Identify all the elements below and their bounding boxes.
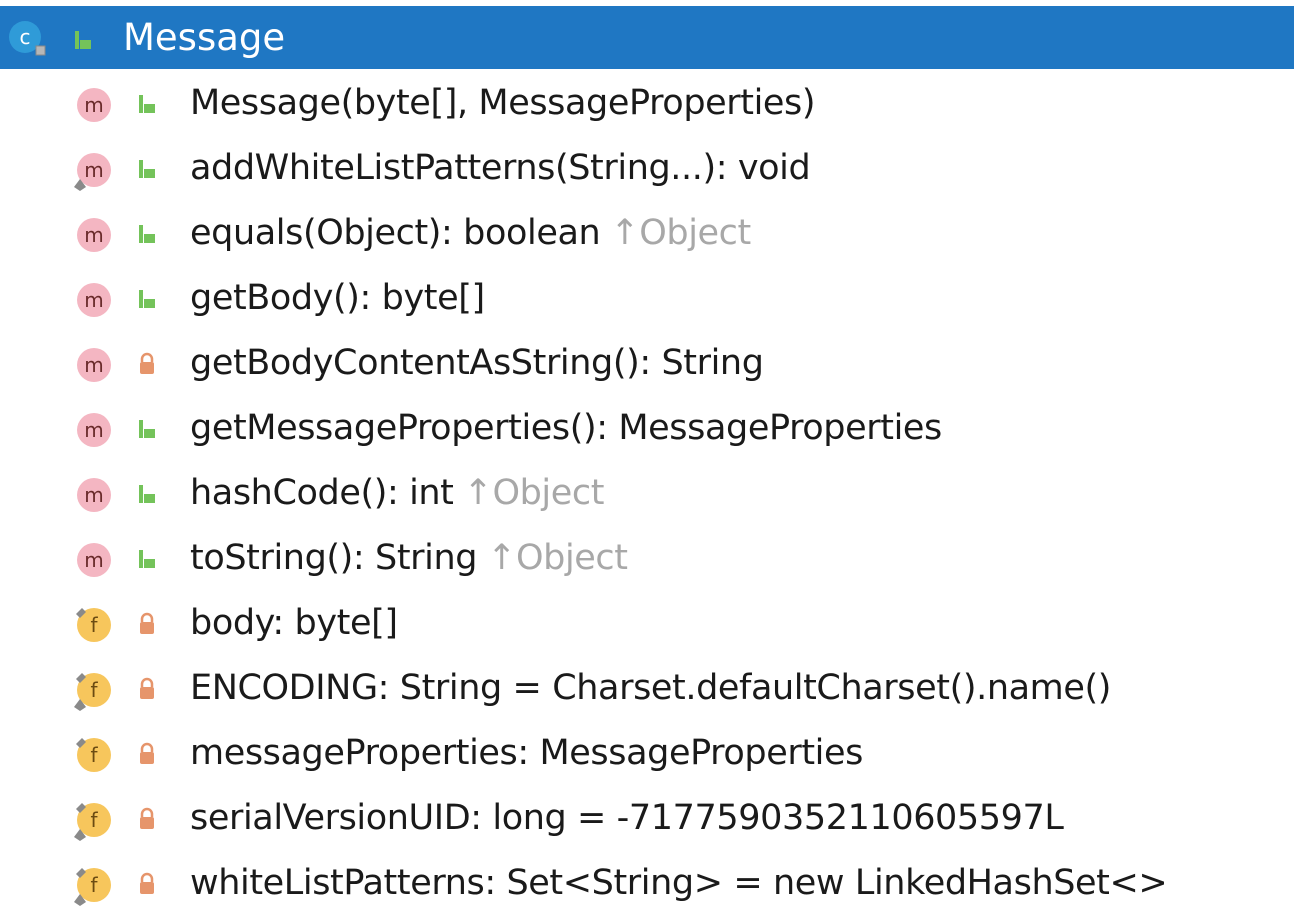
member-signature: Message(byte[], MessageProperties) xyxy=(190,81,816,125)
field-row[interactable]: f serialVersionUID: long = -7177590352110… xyxy=(0,786,1294,851)
private-lock-icon xyxy=(136,677,158,701)
svg-text:m: m xyxy=(84,418,103,442)
member-text: messageProperties: MessageProperties xyxy=(190,733,863,773)
field-icon: f xyxy=(70,734,118,776)
method-row[interactable]: m addWhiteListPatterns(String...): void xyxy=(0,136,1294,201)
method-icon: m xyxy=(70,279,118,321)
member-text: ENCODING: String = Charset.defaultCharse… xyxy=(190,668,1111,708)
svg-text:m: m xyxy=(84,288,103,312)
public-visibility-icon xyxy=(136,417,158,441)
private-lock-icon xyxy=(136,807,158,831)
method-icon: m xyxy=(70,149,118,191)
field-row[interactable]: f body: byte[] xyxy=(0,591,1294,656)
method-icon: m xyxy=(70,214,118,256)
member-text: body: byte[] xyxy=(190,603,398,643)
member-signature: hashCode(): int ↑Object xyxy=(190,471,604,515)
private-lock-icon xyxy=(136,872,158,896)
member-signature: equals(Object): boolean ↑Object xyxy=(190,211,751,255)
member-text: equals(Object): boolean xyxy=(190,213,601,253)
inherited-from-label: ↑Object xyxy=(487,538,628,578)
svg-text:m: m xyxy=(84,353,103,377)
private-lock-icon xyxy=(136,742,158,766)
member-signature: getMessageProperties(): MessagePropertie… xyxy=(190,406,942,450)
method-icon: m xyxy=(70,539,118,581)
method-icon: m xyxy=(70,474,118,516)
svg-text:f: f xyxy=(90,743,98,767)
class-icon: c xyxy=(9,21,46,56)
method-row[interactable]: m getBodyContentAsString(): String xyxy=(0,331,1294,396)
method-row[interactable]: m hashCode(): int ↑Object xyxy=(0,461,1294,526)
member-signature: whiteListPatterns: Set<String> = new Lin… xyxy=(190,861,1168,905)
member-text: Message(byte[], MessageProperties) xyxy=(190,83,816,123)
member-text: whiteListPatterns: Set<String> = new Lin… xyxy=(190,863,1168,903)
member-signature: addWhiteListPatterns(String...): void xyxy=(190,146,811,190)
svg-text:m: m xyxy=(84,223,103,247)
member-text: getMessageProperties(): MessagePropertie… xyxy=(190,408,942,448)
inherited-from-label: ↑Object xyxy=(463,473,605,513)
structure-panel: c Message m Message(byte[], MessageProper… xyxy=(0,0,1294,918)
member-signature: getBodyContentAsString(): String xyxy=(190,341,764,385)
method-row[interactable]: m toString(): String ↑Object xyxy=(0,526,1294,591)
svg-text:f: f xyxy=(90,678,98,702)
field-icon: f xyxy=(70,864,118,906)
svg-text:m: m xyxy=(84,93,103,117)
selected-class-row[interactable]: c Message xyxy=(0,6,1294,69)
public-visibility-icon xyxy=(136,287,158,311)
method-row[interactable]: m getBody(): byte[] xyxy=(0,266,1294,331)
svg-text:f: f xyxy=(90,808,98,832)
method-row[interactable]: m Message(byte[], MessageProperties) xyxy=(0,71,1294,136)
public-visibility-icon xyxy=(136,157,158,181)
field-icon: f xyxy=(70,799,118,841)
member-signature: messageProperties: MessageProperties xyxy=(190,731,863,775)
private-lock-icon xyxy=(136,352,158,376)
method-icon: m xyxy=(70,84,118,126)
member-text: getBody(): byte[] xyxy=(190,278,485,318)
svg-text:m: m xyxy=(84,158,103,182)
public-visibility-icon xyxy=(136,547,158,571)
public-visibility-icon xyxy=(136,92,158,116)
field-icon: f xyxy=(70,604,118,646)
svg-text:f: f xyxy=(90,613,98,637)
svg-text:f: f xyxy=(90,873,98,897)
public-visibility-icon xyxy=(75,31,91,49)
member-text: getBodyContentAsString(): String xyxy=(190,343,764,383)
inherited-from-label: ↑Object xyxy=(610,213,751,253)
method-row[interactable]: m getMessageProperties(): MessageProperti… xyxy=(0,396,1294,461)
public-visibility-icon xyxy=(136,482,158,506)
public-visibility-icon xyxy=(136,222,158,246)
member-text: hashCode(): int xyxy=(190,473,454,513)
field-row[interactable]: f whiteListPatterns: Set<String> = new Li… xyxy=(0,851,1294,916)
member-signature: serialVersionUID: long = -71775903521106… xyxy=(190,796,1064,840)
member-text: addWhiteListPatterns(String...): void xyxy=(190,148,811,188)
field-row[interactable]: f ENCODING: String = Charset.defaultChars… xyxy=(0,656,1294,721)
svg-text:m: m xyxy=(84,483,103,507)
method-icon: m xyxy=(70,344,118,386)
member-text: serialVersionUID: long = -71775903521106… xyxy=(190,798,1064,838)
member-signature: toString(): String ↑Object xyxy=(190,536,628,580)
field-row[interactable]: f messageProperties: MessageProperties xyxy=(0,721,1294,786)
method-icon: m xyxy=(70,409,118,451)
method-row[interactable]: m equals(Object): boolean ↑Object xyxy=(0,201,1294,266)
member-text: toString(): String xyxy=(190,538,478,578)
class-title: Message xyxy=(123,16,286,59)
member-signature: ENCODING: String = Charset.defaultCharse… xyxy=(190,666,1111,710)
private-lock-icon xyxy=(136,612,158,636)
member-signature: body: byte[] xyxy=(190,601,398,645)
member-signature: getBody(): byte[] xyxy=(190,276,485,320)
svg-text:c: c xyxy=(20,25,31,49)
svg-text:m: m xyxy=(84,548,103,572)
field-icon: f xyxy=(70,669,118,711)
